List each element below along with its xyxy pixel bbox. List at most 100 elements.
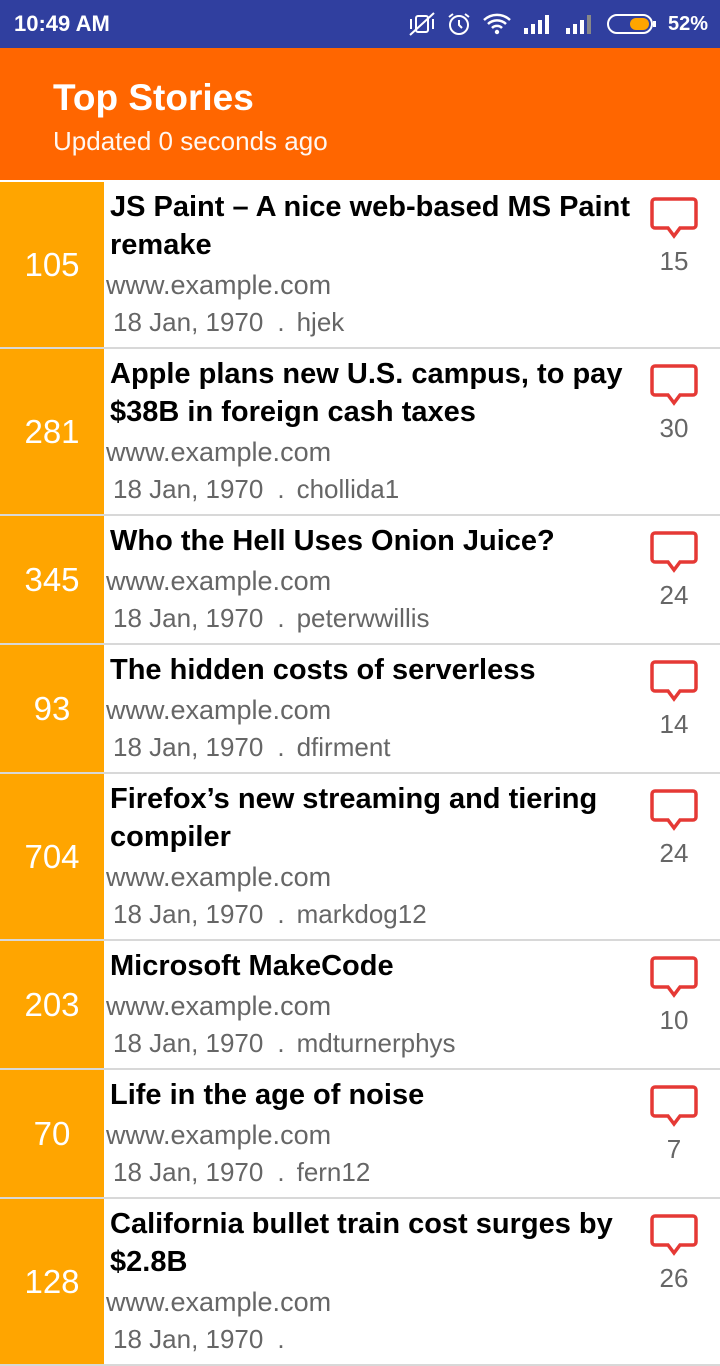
story-content: Microsoft MakeCode www.example.com 18 Ja… xyxy=(104,941,638,1061)
story-item[interactable]: 203 Microsoft MakeCode www.example.com 1… xyxy=(0,941,720,1070)
story-title[interactable]: Life in the age of noise xyxy=(110,1076,638,1114)
story-score: 281 xyxy=(0,349,104,514)
battery-percent: 52% xyxy=(667,12,708,35)
story-content: Apple plans new U.S. campus, to pay $38B… xyxy=(104,349,638,507)
story-author[interactable]: peterwwillis xyxy=(297,603,430,633)
story-title[interactable]: Microsoft MakeCode xyxy=(110,947,638,985)
comment-icon xyxy=(649,788,699,832)
story-url[interactable]: www.example.com xyxy=(106,989,638,1023)
story-author[interactable]: hjek xyxy=(297,307,345,337)
story-content: Who the Hell Uses Onion Juice? www.examp… xyxy=(104,516,638,636)
story-item[interactable]: 105 JS Paint – A nice web-based MS Paint… xyxy=(0,182,720,349)
comment-count: 24 xyxy=(659,838,689,868)
story-meta: 18 Jan, 1970. chollida1 xyxy=(113,471,638,507)
comments-button[interactable]: 26 xyxy=(638,1213,710,1294)
story-score: 203 xyxy=(0,941,104,1068)
meta-separator: . xyxy=(277,1157,285,1187)
wifi-icon xyxy=(482,12,512,36)
story-content: JS Paint – A nice web-based MS Paint rem… xyxy=(104,182,638,340)
comment-count: 30 xyxy=(659,413,689,443)
comment-count: 7 xyxy=(666,1134,682,1164)
comments-button[interactable]: 10 xyxy=(638,955,710,1036)
story-score: 345 xyxy=(0,516,104,643)
story-title[interactable]: California bullet train cost surges by $… xyxy=(110,1205,638,1281)
story-date: 18 Jan, 1970 xyxy=(113,1028,264,1058)
meta-separator: . xyxy=(277,307,285,337)
meta-separator: . xyxy=(277,732,285,762)
story-score: 93 xyxy=(0,645,104,772)
story-meta: 18 Jan, 1970. mdturnerphys xyxy=(113,1025,638,1061)
meta-separator: . xyxy=(277,603,285,633)
comment-icon xyxy=(649,363,699,407)
story-content: Firefox’s new streaming and tiering comp… xyxy=(104,774,638,932)
story-item[interactable]: 281 Apple plans new U.S. campus, to pay … xyxy=(0,349,720,516)
comment-count: 15 xyxy=(659,246,689,276)
story-item[interactable]: 128 California bullet train cost surges … xyxy=(0,1199,720,1366)
signal-icon xyxy=(522,12,554,36)
story-item[interactable]: 93 The hidden costs of serverless www.ex… xyxy=(0,645,720,774)
meta-separator: . xyxy=(277,1324,285,1354)
story-author[interactable]: markdog12 xyxy=(297,899,427,929)
comments-button[interactable]: 14 xyxy=(638,659,710,740)
status-icons: 52% xyxy=(408,8,708,40)
story-author[interactable]: chollida1 xyxy=(297,474,400,504)
story-date: 18 Jan, 1970 xyxy=(113,1157,264,1187)
story-content: Life in the age of noise www.example.com… xyxy=(104,1070,638,1190)
comment-count: 10 xyxy=(659,1005,689,1035)
comments-button[interactable]: 15 xyxy=(638,196,710,277)
story-url[interactable]: www.example.com xyxy=(106,564,638,598)
vibrate-off-icon xyxy=(408,11,436,37)
story-meta: 18 Jan, 1970. peterwwillis xyxy=(113,600,638,636)
story-date: 18 Jan, 1970 xyxy=(113,899,264,929)
comment-icon xyxy=(649,530,699,574)
page-subtitle: Updated 0 seconds ago xyxy=(53,126,328,156)
signal-icon xyxy=(564,12,596,36)
meta-separator: . xyxy=(277,474,285,504)
comment-count: 14 xyxy=(659,709,689,739)
comment-icon xyxy=(649,196,699,240)
comment-icon xyxy=(649,1213,699,1257)
story-url[interactable]: www.example.com xyxy=(106,860,638,894)
meta-separator: . xyxy=(277,899,285,929)
comments-button[interactable]: 30 xyxy=(638,363,710,444)
comment-icon xyxy=(649,659,699,703)
story-url[interactable]: www.example.com xyxy=(106,1118,638,1152)
story-date: 18 Jan, 1970 xyxy=(113,474,264,504)
comment-count: 26 xyxy=(659,1263,689,1293)
story-content: The hidden costs of serverless www.examp… xyxy=(104,645,638,765)
story-score: 70 xyxy=(0,1070,104,1197)
story-title[interactable]: The hidden costs of serverless xyxy=(110,651,638,689)
story-item[interactable]: 704 Firefox’s new streaming and tiering … xyxy=(0,774,720,941)
app-bar: Top Stories Updated 0 seconds ago xyxy=(0,48,720,180)
comment-icon xyxy=(649,1084,699,1128)
battery-icon xyxy=(606,12,658,36)
page-title: Top Stories xyxy=(53,77,254,118)
story-title[interactable]: Apple plans new U.S. campus, to pay $38B… xyxy=(110,355,638,431)
comments-button[interactable]: 24 xyxy=(638,788,710,869)
story-date: 18 Jan, 1970 xyxy=(113,603,264,633)
story-url[interactable]: www.example.com xyxy=(106,435,638,469)
story-title[interactable]: Who the Hell Uses Onion Juice? xyxy=(110,522,638,560)
story-list: 105 JS Paint – A nice web-based MS Paint… xyxy=(0,182,720,1366)
story-author[interactable]: mdturnerphys xyxy=(297,1028,456,1058)
status-bar: 10:49 AM 52% xyxy=(0,0,720,48)
story-date: 18 Jan, 1970 xyxy=(113,1324,264,1354)
story-score: 105 xyxy=(0,182,104,347)
story-author[interactable]: fern12 xyxy=(297,1157,371,1187)
story-score: 704 xyxy=(0,774,104,939)
story-score: 128 xyxy=(0,1199,104,1364)
story-author[interactable]: dfirment xyxy=(297,732,391,762)
story-date: 18 Jan, 1970 xyxy=(113,732,264,762)
story-meta: 18 Jan, 1970. hjek xyxy=(113,304,638,340)
story-title[interactable]: Firefox’s new streaming and tiering comp… xyxy=(110,780,638,856)
comments-button[interactable]: 7 xyxy=(638,1084,710,1165)
story-url[interactable]: www.example.com xyxy=(106,693,638,727)
story-url[interactable]: www.example.com xyxy=(106,1285,638,1319)
story-item[interactable]: 70 Life in the age of noise www.example.… xyxy=(0,1070,720,1199)
comments-button[interactable]: 24 xyxy=(638,530,710,611)
status-time: 10:49 AM xyxy=(14,11,110,36)
story-meta: 18 Jan, 1970. dfirment xyxy=(113,729,638,765)
story-item[interactable]: 345 Who the Hell Uses Onion Juice? www.e… xyxy=(0,516,720,645)
story-url[interactable]: www.example.com xyxy=(106,268,638,302)
story-title[interactable]: JS Paint – A nice web-based MS Paint rem… xyxy=(110,188,638,264)
